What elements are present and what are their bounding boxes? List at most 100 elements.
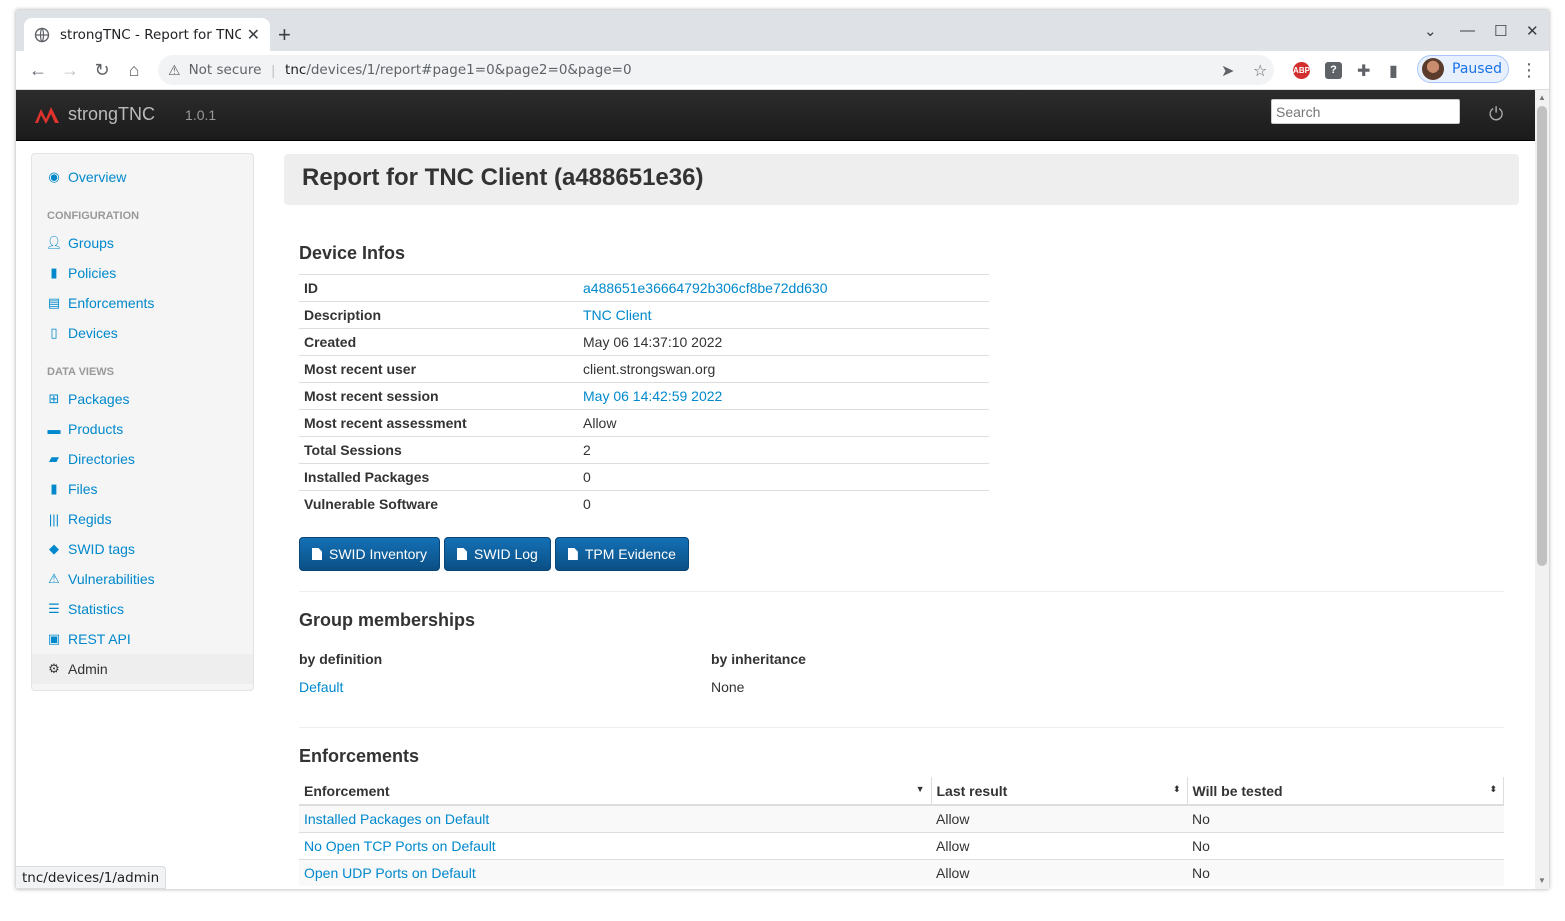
sidebar-item-directories[interactable]: ▰ Directories [32, 444, 253, 474]
sidebar-item-statistics[interactable]: ☰ Statistics [32, 594, 253, 624]
enforcements-heading: Enforcements [299, 746, 420, 766]
search-input[interactable] [1271, 99, 1460, 124]
profile-label: Paused [1452, 61, 1503, 77]
sidebar-item-label: Statistics [68, 601, 125, 617]
address-bar[interactable]: ⚠ Not secure | tnc/devices/1/report#page… [158, 55, 1274, 85]
enforcement-link[interactable]: No Open TCP Ports on Default [304, 838, 496, 854]
info-key: Most recent session [299, 382, 578, 410]
strongswan-logo-icon [35, 106, 59, 124]
group-default-link[interactable]: Default [299, 679, 343, 695]
power-icon[interactable]: ⏻ [1489, 104, 1503, 125]
tpm-evidence-button[interactable]: TPM Evidence [554, 537, 689, 571]
url-host: tnc [285, 62, 307, 78]
swid-log-button[interactable]: SWID Log [444, 537, 551, 571]
enforcements-table: Enforcement ▼ Last result ⬍ Will be tested… [299, 777, 1504, 886]
home-icon[interactable]: ⌂ [123, 60, 145, 81]
description-link[interactable]: TNC Client [583, 307, 651, 323]
maximize-icon[interactable]: ☐ [1494, 22, 1507, 40]
info-value: client.strongswan.org [578, 355, 989, 383]
sidebar-item-devices[interactable]: ▯ Devices [32, 318, 253, 348]
sidebar-item-label: Enforcements [68, 295, 155, 311]
app-name: strongTNC [68, 104, 156, 124]
sidebar-item-label: Overview [68, 169, 127, 185]
sidebar: ◉ Overview Configuration 👤︎ Groups ▮ Pol… [31, 153, 254, 691]
puzzle-icon[interactable]: ✚ [1357, 61, 1370, 81]
column-header-last-result[interactable]: Last result ⬍ [931, 777, 1188, 806]
gear-icon: ⚙ [48, 661, 60, 676]
scroll-down-icon[interactable]: ▼ [1538, 876, 1546, 885]
by-inheritance-label: by inheritance [711, 651, 806, 667]
minimize-icon[interactable]: — [1460, 22, 1475, 39]
sidebar-item-label: Admin [68, 661, 108, 677]
sidebar-item-vulnerabilities[interactable]: ⚠ Vulnerabilities [32, 564, 253, 594]
sidepanel-icon[interactable]: ▮ [1389, 61, 1398, 81]
menu-icon[interactable]: ⋮ [1520, 60, 1538, 81]
sidebar-item-files[interactable]: ▮ Files [32, 474, 253, 504]
user-icon: 👤︎ [45, 235, 63, 250]
inheritance-value: None [711, 679, 745, 695]
recent-session-link[interactable]: May 06 14:42:59 2022 [583, 388, 722, 404]
star-icon[interactable]: ☆ [1253, 61, 1267, 81]
sidebar-item-admin[interactable]: ⚙ Admin [32, 654, 253, 684]
scrollbar-thumb[interactable] [1537, 106, 1547, 566]
tab-title: strongTNC - Report for TNC [60, 26, 241, 43]
send-icon[interactable]: ➤ [1221, 61, 1234, 81]
info-key: Created [299, 328, 578, 356]
sidebar-item-packages[interactable]: ⊞ Packages [32, 384, 253, 414]
browser-toolbar: ← → ↻ ⌂ ⚠ Not secure | tnc/devices/1/rep… [16, 51, 1549, 90]
hdd-icon: ▣ [47, 631, 61, 646]
page-viewport: strongTNC 1.0.1 ⏻ ◉ Overview Configurati… [16, 90, 1535, 889]
sidebar-item-groups[interactable]: 👤︎ Groups [32, 228, 253, 258]
help-extension-icon[interactable]: ? [1325, 62, 1342, 79]
enforcement-link[interactable]: Installed Packages on Default [304, 811, 489, 827]
table-row: Open UDP Ports on Default Allow No [299, 858, 1504, 886]
swid-inventory-button[interactable]: SWID Inventory [299, 537, 441, 571]
table-row: Most recent session May 06 14:42:59 2022 [299, 382, 989, 410]
sidebar-item-overview[interactable]: ◉ Overview [32, 162, 253, 192]
file-icon: ▮ [50, 481, 58, 496]
info-key: ID [299, 274, 578, 302]
sidebar-item-swid-tags[interactable]: ◆ SWID tags [32, 534, 253, 564]
page-title: Report for TNC Client (a488651e36) [302, 164, 704, 191]
sidebar-item-products[interactable]: ▬ Products [32, 414, 253, 444]
sidebar-header-configuration: Configuration [47, 210, 140, 222]
sort-icon: ⬍ [1172, 784, 1181, 794]
reload-icon[interactable]: ↻ [91, 60, 113, 81]
warning-sign-icon: ⚠ [48, 571, 60, 586]
table-row: Installed Packages 0 [299, 463, 989, 491]
barcode-icon: ||| [48, 511, 60, 527]
chevron-down-icon[interactable]: ⌄ [1424, 22, 1437, 40]
sidebar-item-enforcements[interactable]: ▤ Enforcements [32, 288, 253, 318]
forward-icon[interactable]: → [59, 60, 81, 81]
info-key: Vulnerable Software [299, 490, 578, 518]
scroll-up-icon[interactable]: ▲ [1538, 93, 1546, 102]
device-infos-heading: Device Infos [299, 243, 406, 263]
sidebar-item-policies[interactable]: ▮ Policies [32, 258, 253, 288]
app-version: 1.0.1 [185, 106, 217, 123]
file-icon [567, 548, 578, 560]
sidebar-item-rest-api[interactable]: ▣ REST API [32, 624, 253, 654]
file-icon [457, 548, 468, 560]
table-row: Most recent assessment Allow [299, 409, 989, 437]
vertical-scrollbar[interactable]: ▲ ▼ [1535, 90, 1549, 889]
column-header-enforcement[interactable]: Enforcement ▼ [299, 777, 932, 806]
close-window-icon[interactable]: ✕ [1526, 22, 1539, 40]
sidebar-item-label: Products [68, 421, 124, 437]
close-tab-icon[interactable]: ✕ [247, 25, 260, 45]
report-buttons: SWID Inventory SWID Log TPM Evidence [299, 537, 693, 571]
last-result-cell: Allow [931, 804, 1187, 832]
enforcement-link[interactable]: Open UDP Ports on Default [304, 865, 476, 881]
adblock-icon[interactable]: ABP [1293, 62, 1310, 79]
info-key: Most recent assessment [299, 409, 578, 437]
sidebar-item-label: REST API [68, 631, 131, 647]
profile-button[interactable]: Paused [1417, 55, 1509, 83]
column-header-will-be-tested[interactable]: Will be tested ⬍ [1187, 777, 1504, 806]
back-icon[interactable]: ← [27, 60, 49, 81]
sidebar-item-regids[interactable]: ||| Regids [32, 504, 253, 534]
sidebar-item-label: Devices [68, 325, 118, 341]
browser-tab[interactable]: strongTNC - Report for TNC ✕ [24, 18, 270, 51]
brand[interactable]: strongTNC 1.0.1 [34, 104, 216, 125]
new-tab-icon[interactable]: + [278, 22, 291, 48]
tab-strip: strongTNC - Report for TNC ✕ + ⌄ — ☐ ✕ [16, 10, 1549, 51]
device-id-link[interactable]: a488651e36664792b306cf8be72dd630 [583, 280, 827, 296]
